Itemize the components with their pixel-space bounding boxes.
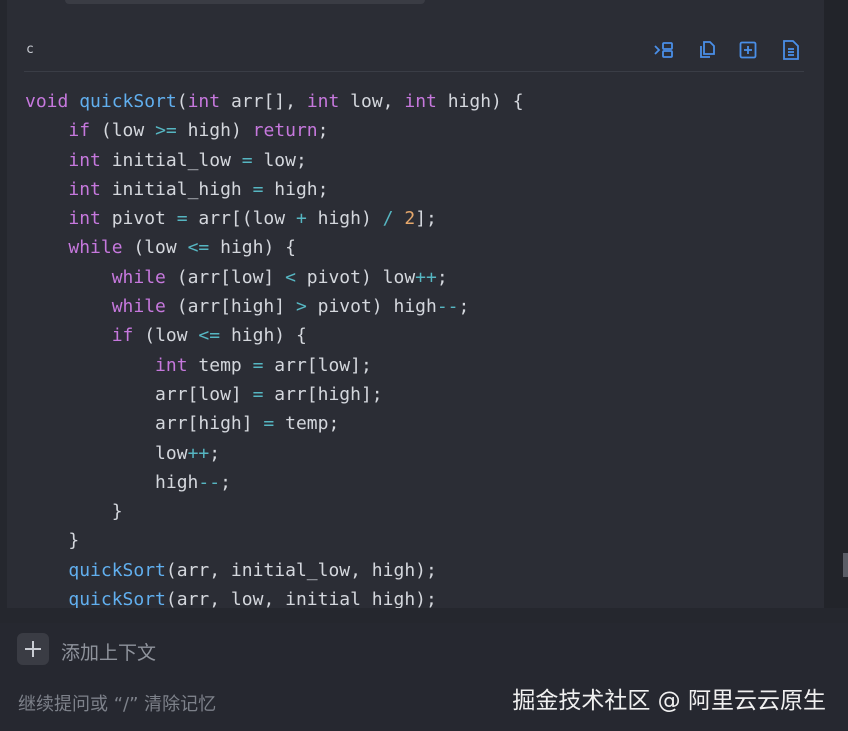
previous-code-snippet — [65, 0, 425, 4]
insert-code-icon — [654, 42, 673, 58]
code-line: int initial_high = high; — [68, 178, 329, 200]
code-block-header: c — [7, 30, 824, 70]
insert-code-button[interactable] — [652, 38, 676, 62]
new-file-button[interactable] — [736, 38, 760, 62]
chat-input-placeholder[interactable]: 继续提问或 “/” 清除记忆 — [18, 690, 216, 716]
code-line: quickSort(arr, low, initial_high); — [68, 589, 437, 608]
apply-file-icon — [783, 40, 799, 60]
code-line: if (low <= high) { — [111, 325, 307, 347]
code-line: while (low <= high) { — [68, 237, 296, 259]
add-context-label[interactable]: 添加上下文 — [61, 638, 156, 665]
plus-icon — [25, 641, 41, 657]
code-line: } — [25, 530, 80, 552]
apply-file-button[interactable] — [779, 38, 803, 62]
copy-icon — [700, 41, 715, 58]
watermark: 掘金技术社区 @ 阿里云云原生 — [512, 688, 826, 714]
code-line: int initial_low = low; — [68, 149, 307, 171]
chat-input-area: 添加上下文 继续提问或 “/” 清除记忆 掘金技术社区 @ 阿里云云原生 — [0, 623, 848, 731]
scrollbar-track[interactable] — [824, 0, 848, 608]
new-file-icon — [739, 41, 757, 59]
code-line: quickSort(arr, initial_low, high); — [68, 559, 437, 581]
code-line: int pivot = arr[(low + high) / 2]; — [68, 208, 437, 230]
code-block-panel: c void quickSort(int arr[], int low, int… — [7, 0, 824, 608]
code-line: arr[high] = temp; — [25, 413, 340, 435]
code-line: void quickSort(int arr[], int low, int h… — [25, 91, 524, 112]
copy-button[interactable] — [695, 38, 719, 62]
header-divider — [24, 71, 804, 72]
code-line: int temp = arr[low]; — [155, 354, 372, 376]
code-line: while (arr[high] > pivot) high--; — [111, 296, 470, 318]
code-content[interactable]: void quickSort(int arr[], int low, int h… — [25, 87, 524, 608]
code-line: while (arr[low] < pivot) low++; — [111, 266, 448, 288]
add-context-button[interactable] — [17, 633, 49, 665]
code-line: } — [25, 501, 123, 523]
code-language-label: c — [26, 42, 34, 57]
code-line: if (low >= high) return; — [68, 120, 329, 142]
code-line: arr[low] = arr[high]; — [25, 383, 383, 405]
scrollbar-thumb[interactable] — [843, 553, 848, 577]
code-line: low++; — [25, 442, 221, 464]
code-line: high--; — [25, 471, 231, 493]
